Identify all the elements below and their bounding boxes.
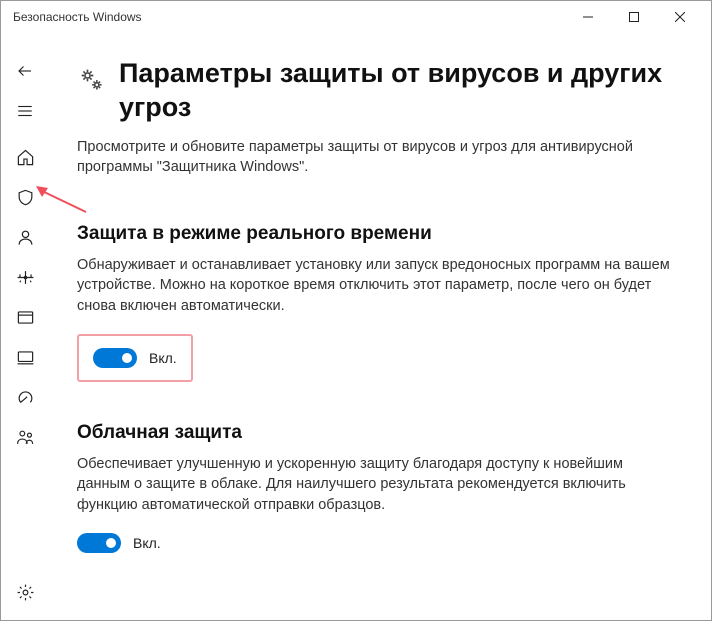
minimize-button[interactable] — [565, 2, 611, 32]
page-title: Параметры защиты от вирусов и других угр… — [119, 57, 677, 125]
section-realtime-desc: Обнаруживает и останавливает установку и… — [77, 255, 677, 316]
realtime-toggle-label: Вкл. — [149, 350, 177, 366]
maximize-button[interactable] — [611, 2, 657, 32]
realtime-toggle-highlight: Вкл. — [77, 334, 193, 382]
window-title: Безопасность Windows — [13, 10, 565, 24]
app-window: Безопасность Windows — [0, 0, 712, 621]
cloud-protection-toggle[interactable] — [77, 533, 121, 553]
nav-device-performance[interactable] — [1, 377, 49, 417]
content-area: Параметры защиты от вирусов и других угр… — [49, 33, 711, 620]
window-body: Параметры защиты от вирусов и других угр… — [1, 33, 711, 620]
section-cloud-desc: Обеспечивает улучшенную и ускоренную защ… — [77, 454, 677, 515]
nav-account-protection[interactable] — [1, 217, 49, 257]
nav-firewall[interactable] — [1, 257, 49, 297]
sidebar — [1, 33, 49, 620]
realtime-protection-toggle[interactable] — [93, 348, 137, 368]
nav-virus-protection[interactable] — [1, 177, 49, 217]
cloud-toggle-row: Вкл. — [77, 533, 677, 553]
nav-settings[interactable] — [1, 572, 49, 612]
section-realtime-title: Защита в режиме реального времени — [77, 223, 677, 245]
toggle-knob — [122, 353, 132, 363]
section-realtime-protection: Защита в режиме реального времени Обнару… — [77, 223, 677, 382]
section-cloud-title: Облачная защита — [77, 422, 677, 444]
nav-home[interactable] — [1, 137, 49, 177]
menu-button[interactable] — [1, 91, 49, 131]
toggle-knob — [106, 538, 116, 548]
section-cloud-protection: Облачная защита Обеспечивает улучшенную … — [77, 422, 677, 553]
close-button[interactable] — [657, 2, 703, 32]
settings-gears-icon — [77, 65, 105, 93]
nav-app-browser-control[interactable] — [1, 297, 49, 337]
nav-family-options[interactable] — [1, 417, 49, 457]
window-controls — [565, 2, 703, 32]
titlebar: Безопасность Windows — [1, 1, 711, 33]
nav-device-security[interactable] — [1, 337, 49, 377]
cloud-toggle-label: Вкл. — [133, 535, 161, 551]
page-header: Параметры защиты от вирусов и других угр… — [77, 57, 677, 125]
page-intro: Просмотрите и обновите параметры защиты … — [77, 137, 677, 178]
back-button[interactable] — [1, 51, 49, 91]
